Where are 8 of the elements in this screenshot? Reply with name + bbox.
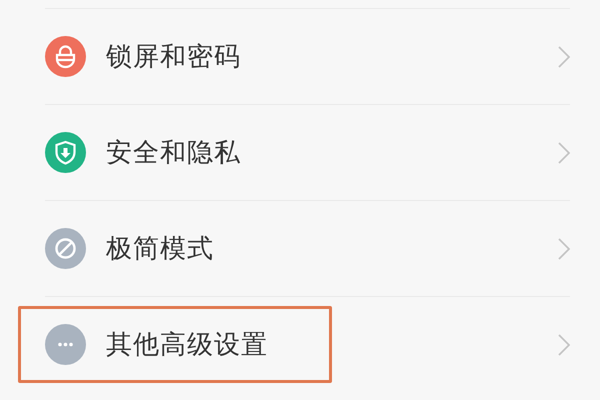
chevron-icon: [558, 334, 570, 356]
chevron-icon: [558, 142, 570, 164]
setting-label[interactable]: 其他高级设置: [106, 327, 268, 362]
setting-label[interactable]: 极简模式: [106, 231, 214, 266]
chevron-icon: [558, 238, 570, 260]
chevron-icon: [558, 46, 570, 68]
setting-label[interactable]: 锁屏和密码: [106, 39, 241, 74]
setting-label[interactable]: 安全和隐私: [106, 135, 241, 170]
